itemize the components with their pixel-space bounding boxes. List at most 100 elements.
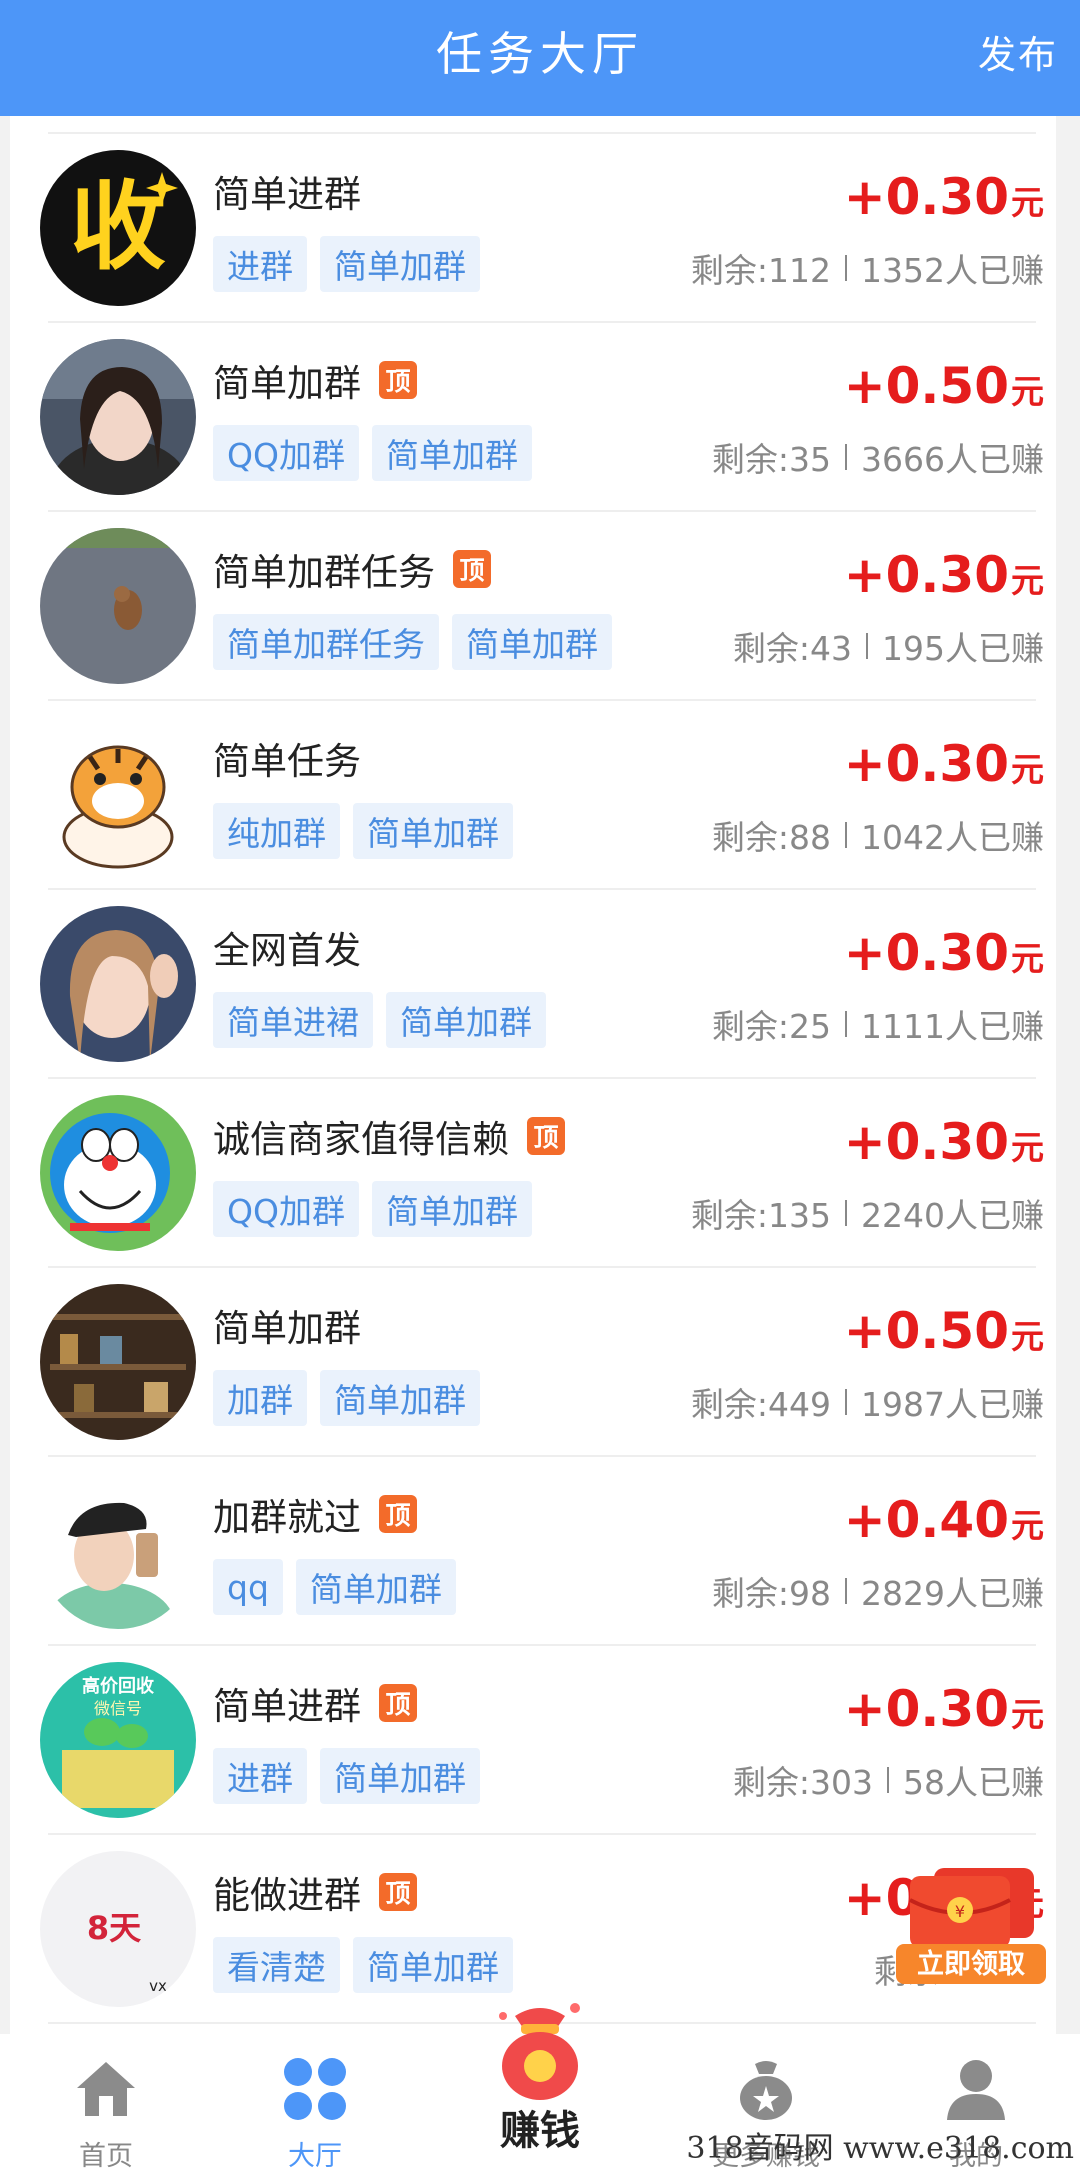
remaining-count: 剩余:43 [732,629,852,668]
nav-home[interactable]: 首页 [36,2054,176,2171]
list-item[interactable]: 诚信商家值得信赖顶 QQ加群 简单加群 +0.30 元 剩余:135 2240人已赚 [10,1079,1056,1268]
task-name-row: 诚信商家值得信赖顶 [213,1109,565,1163]
task-tag: 简单加群 [320,1748,480,1804]
earned-count: 2240人已赚 [861,1196,1044,1235]
nav-earn[interactable]: 赚钱 [470,1994,610,2156]
bottom-nav: 首页 大厅 赚钱 更多赚钱 我的 318音码网 www.e318.com [0,2003,1080,2171]
money-bag-outline-icon [740,2061,792,2120]
task-tag: 简单加群 [320,1370,480,1426]
task-name: 能做进群 [213,1874,361,1917]
top-badge: 顶 [379,361,417,399]
task-tag: QQ加群 [213,425,359,481]
grid-icon [284,2058,346,2120]
list-item[interactable]: 简单加群顶 QQ加群 简单加群 +0.50 元 剩余:35 3666人已赚 [10,323,1056,512]
task-tag: 简单加群 [320,236,480,292]
avatar [40,339,196,495]
avatar [40,528,196,684]
reward-amount: +0.30元 [844,735,1044,793]
svg-text:微信号: 微信号 [94,1699,142,1718]
earned-count: 1352人已赚 [861,251,1044,290]
svg-text:vx: vx [149,1977,167,1995]
remaining-count: 剩余:135 [690,1196,832,1235]
task-tags: QQ加群 简单加群 [213,425,545,481]
task-tags: 简单进裙 简单加群 [213,992,559,1048]
red-packet-float-button[interactable]: ¥ 立即领取 [890,1860,1050,1990]
reward-amount: +0.40 元 [844,1491,1044,1549]
reward-unit: 元 [1011,561,1044,600]
reward-unit: 元 [1011,183,1044,222]
earned-count: 58人已赚 [903,1763,1044,1802]
earned-count: 3666人已赚 [861,440,1044,479]
reward-amount: +0.30元 [844,1113,1044,1171]
reward-amount: +0.30元 [844,924,1044,982]
svg-text:8天: 8天 [87,1909,141,1947]
task-stats: 剩余:112 1352人已赚 [691,244,1044,292]
top-badge: 顶 [453,550,491,588]
reward-unit: 元 [1011,372,1044,411]
publish-button[interactable]: 发布 [978,24,1058,79]
task-tag: 简单加群 [452,614,612,670]
svg-text:高价回收: 高价回收 [82,1675,154,1697]
remaining-count: 剩余:35 [711,440,832,479]
reward-unit: 元 [1011,1128,1044,1167]
list-item[interactable]: 高价回收 微信号 简单进群顶 进群 简单加群 +0.30 元 剩余:303 58人已赚 [10,1646,1056,1835]
stats-separator [866,633,868,659]
user-icon [947,2060,1005,2120]
header-bar: 任务大厅 发布 [0,0,1080,116]
task-name-row: 简单加群 [213,1298,361,1352]
task-stats: 剩余:88 1042人已赚 [712,811,1044,859]
task-tag: 简单加群 [371,425,532,481]
red-packet-icon: ¥ 立即领取 [896,1868,1046,1984]
reward-value: +0.30 [843,1680,1009,1738]
list-item[interactable]: 收 简单进群 进群 简单加群 +0.30 元 剩余:112 1352人已赚 [10,134,1056,323]
task-stats: 剩余:303 58人已赚 [733,1756,1044,1804]
list-item[interactable]: 简单任务 纯加群 简单加群 +0.30 元 剩余:88 1042人已赚 [10,701,1056,890]
task-tags: 纯加群 简单加群 [213,803,526,859]
task-tag: 进群 [213,236,307,292]
task-tags: QQ加群 简单加群 [213,1181,545,1237]
task-tag: 简单进裙 [213,992,373,1048]
list-item[interactable]: 全网首发 简单进裙 简单加群 +0.30 元 剩余:25 1111人已赚 [10,890,1056,1079]
reward-amount: +0.30元 [844,168,1044,226]
task-name: 简单任务 [213,740,361,783]
stats-separator [845,1011,848,1037]
earned-count: 2829人已赚 [861,1574,1044,1613]
reward-value: +0.30 [843,546,1009,604]
task-list[interactable]: 收 简单进群 进群 简单加群 +0.30 元 剩余:112 1352人已赚 简单加群… [10,116,1056,2034]
list-item[interactable]: 简单加群任务顶 简单加群任务 简单加群 +0.30 元 剩余:43 195人已赚 [10,512,1056,701]
top-badge: 顶 [379,1684,417,1722]
reward-unit: 元 [1011,1695,1044,1734]
reward-unit: 元 [1011,1506,1044,1545]
avatar [40,1284,196,1440]
task-tag: 简单加群 [371,1181,532,1237]
task-name-row: 简单加群顶 [213,353,417,407]
task-name-row: 简单加群任务顶 [213,542,491,596]
earned-count: 1042人已赚 [861,818,1044,857]
avatar [40,1473,196,1629]
avatar: 高价回收 微信号 [40,1662,196,1818]
task-stats: 剩余:98 2829人已赚 [712,1567,1044,1615]
task-name: 加群就过 [213,1496,361,1539]
reward-amount: +0.30元 [844,546,1044,604]
remaining-count: 剩余:88 [711,818,832,857]
reward-value: +0.30 [843,735,1009,793]
task-name: 简单加群任务 [213,551,435,594]
remaining-count: 剩余:25 [711,1007,832,1046]
avatar: 8天 vx [40,1851,196,2007]
stats-separator [845,444,848,470]
task-name: 全网首发 [213,929,361,972]
avatar: 收 [40,150,196,306]
nav-hall[interactable]: 大厅 [245,2054,385,2171]
task-tag: 简单加群 [295,1559,456,1615]
list-item[interactable]: 加群就过顶 qq 简单加群 +0.40 元 剩余:98 2829人已赚 [10,1457,1056,1646]
task-tag: qq [213,1559,283,1615]
list-item[interactable]: 简单加群 加群 简单加群 +0.50 元 剩余:449 1987人已赚 [10,1268,1056,1457]
reward-value: +0.50 [843,357,1009,415]
task-name: 简单进群 [213,173,361,216]
nav-earn-label: 赚钱 [500,2108,580,2154]
task-tag: 简单加群 [353,1937,513,1993]
remaining-count: 剩余:449 [690,1385,832,1424]
home-icon [77,2062,135,2116]
task-tag: 简单加群任务 [213,614,439,670]
remaining-count: 剩余:303 [732,1763,873,1802]
